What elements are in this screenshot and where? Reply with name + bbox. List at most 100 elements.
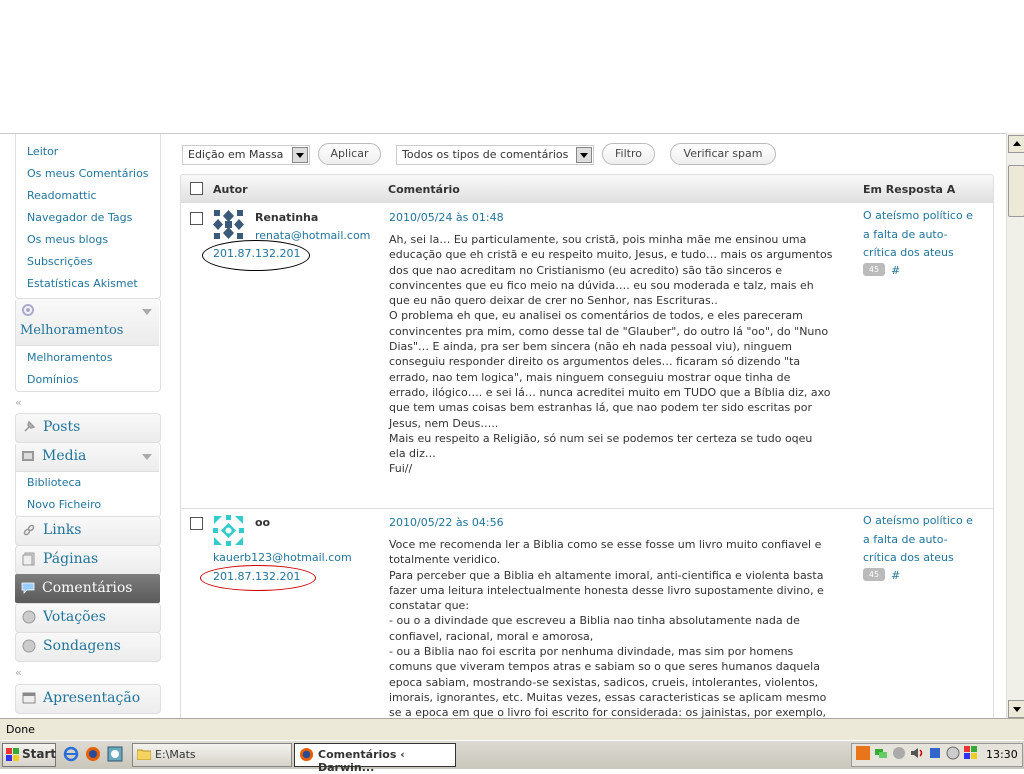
sidebar-item-dominios[interactable]: Domínios — [27, 373, 78, 386]
table-row: Renatinha renata@hotmail.com 201.87.132.… — [180, 203, 994, 509]
tray-app-icon[interactable] — [892, 746, 906, 760]
sidebar-item-posts[interactable]: Posts — [15, 413, 161, 443]
appearance-icon — [22, 692, 36, 704]
tray-app-icon[interactable] — [856, 746, 870, 760]
melhoramentos-label: Melhoramentos — [20, 323, 124, 338]
author-email-link[interactable]: kauerb123@hotmail.com — [213, 551, 352, 564]
chevron-down-icon[interactable] — [576, 147, 592, 163]
comment-count-badge[interactable]: 45 — [863, 568, 885, 581]
vertical-scrollbar[interactable] — [1006, 133, 1024, 718]
clock: 13:30 — [986, 748, 1018, 761]
windows-logo-icon — [6, 748, 19, 761]
comment-date-link[interactable]: 2010/05/24 às 01:48 — [389, 211, 504, 224]
select-all-checkbox[interactable] — [190, 182, 203, 195]
sidebar-item-meus-comentarios[interactable]: Os meus Comentários — [27, 167, 149, 180]
volume-icon[interactable] — [910, 746, 924, 760]
scroll-up-button[interactable] — [1008, 135, 1024, 153]
tray-app-icon[interactable] — [946, 746, 960, 760]
chevron-down-icon[interactable] — [292, 147, 308, 163]
folder-icon — [137, 749, 151, 760]
comment-author: Renatinha — [255, 211, 319, 224]
sidebar-item-novo-ficheiro[interactable]: Novo Ficheiro — [27, 498, 101, 511]
pin-icon — [24, 420, 36, 432]
table-header: Autor Comentário Em Resposta A — [180, 174, 994, 204]
arrow-up-icon — [1013, 141, 1021, 146]
sidebar-item-meus-blogs[interactable]: Os meus blogs — [27, 233, 108, 246]
row-checkbox[interactable] — [190, 517, 203, 530]
row-checkbox[interactable] — [190, 212, 203, 225]
collapse-arrows-icon[interactable]: « — [15, 666, 22, 679]
network-icon[interactable] — [874, 746, 888, 760]
sidebar-item-leitor[interactable]: Leitor — [27, 145, 58, 158]
circle-icon — [22, 610, 36, 624]
sidebar-item-akismet[interactable]: Estatísticas Akismet — [27, 277, 138, 290]
sondagens-label: Sondagens — [43, 638, 121, 654]
links-label: Links — [43, 522, 82, 538]
firefox-icon[interactable] — [85, 746, 101, 762]
taskbar-item-firefox[interactable]: Comentários ‹ Darwin... — [294, 743, 456, 774]
sidebar-item-readomattic[interactable]: Readomattic — [27, 189, 97, 202]
firefox-icon — [299, 747, 314, 762]
author-ip-link[interactable]: 201.87.132.201 — [213, 570, 300, 583]
sidebar-item-sondagens[interactable]: Sondagens — [15, 632, 161, 662]
bulk-action-select[interactable]: Edição em Massa — [182, 145, 310, 165]
check-spam-button[interactable]: Verificar spam — [670, 143, 776, 165]
windows-flag-icon[interactable] — [964, 746, 978, 760]
response-post-link[interactable]: O ateísmo político e a falta de auto-crí… — [863, 512, 978, 568]
avatar — [212, 208, 245, 241]
pages-icon — [22, 552, 35, 566]
circle-icon — [22, 639, 36, 653]
column-author[interactable]: Autor — [213, 183, 248, 196]
filter-button[interactable]: Filtro — [602, 143, 655, 165]
arrow-down-icon — [1013, 707, 1021, 712]
comment-type-select[interactable]: Todos os tipos de comentários — [396, 145, 594, 165]
permalink-hash[interactable]: # — [891, 569, 900, 582]
start-label: Start — [22, 747, 57, 761]
comment-text: Voce me recomenda ler a Biblia como se e… — [389, 538, 827, 720]
author-ip-link[interactable]: 201.87.132.201 — [213, 247, 300, 260]
chevron-down-icon[interactable] — [142, 454, 152, 460]
scroll-down-button[interactable] — [1008, 700, 1024, 718]
sidebar-item-melhoramentos[interactable]: Melhoramentos — [27, 351, 113, 364]
votacoes-label: Votações — [43, 609, 106, 625]
sidebar-item-subscricoes[interactable]: Subscrições — [27, 255, 93, 268]
permalink-hash[interactable]: # — [891, 264, 900, 277]
sidebar-item-links[interactable]: Links — [15, 516, 161, 546]
sidebar-item-apresentacao[interactable]: Apresentação — [15, 684, 161, 714]
browser-statusbar: Done — [0, 718, 1024, 741]
gear-icon — [22, 304, 34, 316]
comment-author: oo — [255, 516, 271, 529]
start-button[interactable]: Start — [2, 743, 56, 767]
sidebar-item-biblioteca[interactable]: Biblioteca — [27, 476, 81, 489]
comment-count-badge[interactable]: 45 — [863, 263, 885, 276]
taskbar-item-label: Comentários ‹ Darwin... — [318, 748, 405, 774]
sidebar-item-navegador-tags[interactable]: Navegador de Tags — [27, 211, 132, 224]
media-icon — [22, 451, 34, 461]
sidebar-item-comentarios[interactable]: Comentários — [15, 574, 160, 603]
paginas-label: Páginas — [43, 551, 99, 567]
comment-date-link[interactable]: 2010/05/22 às 04:56 — [389, 516, 504, 529]
column-comment[interactable]: Comentário — [388, 183, 460, 196]
blank-top-area — [0, 0, 1024, 133]
melhoramentos-head[interactable]: Melhoramentos — [16, 299, 159, 346]
scrollbar-thumb[interactable] — [1008, 165, 1024, 217]
comment-text: Ah, sei la… Eu particulamente, sou crist… — [389, 233, 833, 476]
media-label: Media — [42, 448, 87, 464]
tray-app-icon[interactable] — [928, 746, 942, 760]
ie-icon[interactable] — [63, 746, 79, 762]
apply-button[interactable]: Aplicar — [318, 143, 381, 165]
comentarios-label: Comentários — [42, 580, 133, 596]
status-text: Done — [6, 723, 35, 736]
table-row: oo kauerb123@hotmail.com 201.87.132.201 … — [180, 509, 994, 720]
sidebar-item-media[interactable]: Media — [16, 443, 159, 472]
response-post-link[interactable]: O ateísmo político e a falta de auto-crí… — [863, 207, 978, 263]
column-response[interactable]: Em Resposta A — [863, 183, 955, 196]
sidebar-item-votacoes[interactable]: Votações — [15, 603, 161, 633]
taskbar-item-label: E:\Mats — [155, 748, 196, 761]
taskbar-item-folder[interactable]: E:\Mats — [132, 743, 292, 767]
sidebar-item-paginas[interactable]: Páginas — [15, 545, 161, 575]
collapse-arrows-icon[interactable]: « — [15, 396, 22, 409]
quicklaunch-icon[interactable] — [107, 746, 123, 762]
chevron-down-icon[interactable] — [142, 309, 152, 315]
comment-bubble-icon — [21, 582, 35, 594]
